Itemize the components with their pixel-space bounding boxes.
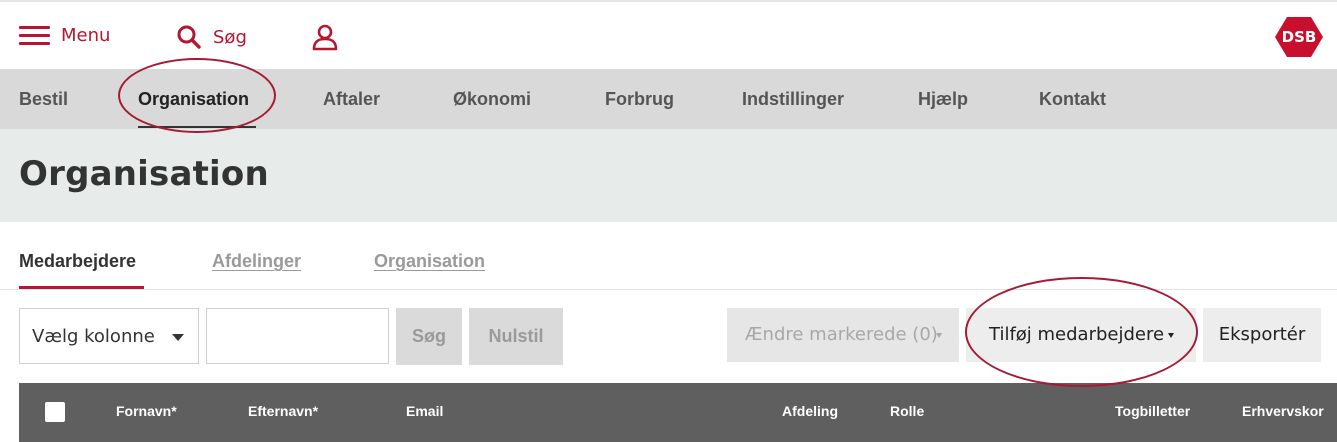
main-nav: Bestil Organisation Aftaler Økonomi Forb… [0,69,1337,129]
tab-medarbejdere[interactable]: Medarbejdere [19,251,136,272]
table-header-overflow [1324,383,1337,442]
column-header-afdeling[interactable]: Afdeling [782,403,838,419]
sub-tabs: Medarbejdere Afdelinger Organisation [0,222,1337,290]
nav-item-bestil[interactable]: Bestil [19,69,68,129]
caret-down-icon [936,333,942,338]
reset-button[interactable]: Nulstil [469,308,563,365]
add-employees-label: Tilføj medarbejdere [989,324,1165,345]
column-select-value: Vælg kolonne [32,326,155,347]
nav-item-kontakt[interactable]: Kontakt [1039,69,1106,129]
top-bar: Menu Søg DSB [0,0,1337,69]
nav-item-organisation[interactable]: Organisation [138,69,249,129]
column-header-efternavn[interactable]: Efternavn* [248,403,318,419]
change-selected-button[interactable]: Ændre markerede (0) [727,308,959,362]
nav-item-forbrug[interactable]: Forbrug [605,69,674,129]
menu-label: Menu [61,24,111,46]
search-label: Søg [213,26,247,48]
add-employees-button[interactable]: Tilføj medarbejdere [966,308,1196,362]
search-button[interactable]: Søg [176,24,247,50]
tab-organisation[interactable]: Organisation [374,251,485,272]
hamburger-icon [19,24,50,46]
page-title: Organisation [19,154,269,194]
column-header-rolle[interactable]: Rolle [890,403,924,419]
column-header-erhvervskort[interactable]: Erhvervskort [1242,403,1328,419]
column-select[interactable]: Vælg kolonne [19,308,199,364]
logo-text: DSB [1281,28,1317,46]
nav-item-indstillinger[interactable]: Indstillinger [742,69,844,129]
user-icon [312,24,338,51]
tab-afdelinger[interactable]: Afdelinger [212,251,301,272]
tab-active-indicator [19,286,144,289]
column-header-fornavn[interactable]: Fornavn* [116,403,177,419]
search-submit-button[interactable]: Søg [396,308,462,365]
search-input[interactable] [206,308,389,364]
column-header-togbilletter[interactable]: Togbilletter [1115,403,1190,419]
menu-button[interactable]: Menu [19,24,110,46]
table-header: Fornavn* Efternavn* Email Afdeling Rolle… [19,383,1337,442]
nav-item-aftaler[interactable]: Aftaler [323,69,380,129]
dsb-logo[interactable]: DSB [1274,15,1324,59]
search-icon [177,25,201,49]
change-selected-label: Ændre markerede (0) [745,324,938,345]
nav-item-okonomi[interactable]: Økonomi [453,69,531,129]
user-button[interactable] [311,24,339,56]
caret-down-icon [1168,333,1174,338]
nav-item-hjaelp[interactable]: Hjælp [918,69,968,129]
page-header: Organisation [0,129,1337,222]
chevron-down-icon [172,334,184,341]
export-button[interactable]: Eksportér [1203,308,1321,362]
column-header-email[interactable]: Email [406,403,443,419]
nav-active-indicator [138,126,256,128]
select-all-checkbox[interactable] [45,402,65,422]
